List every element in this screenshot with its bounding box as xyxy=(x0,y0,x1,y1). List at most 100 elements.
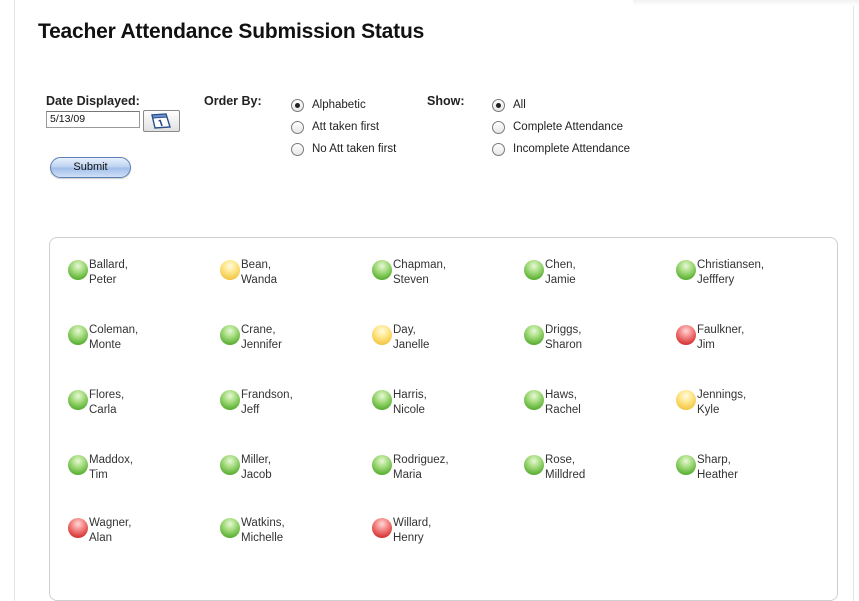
show-all-radio[interactable]: All xyxy=(492,97,526,113)
teacher-name: Jennings, Kyle xyxy=(697,388,746,418)
teacher-last-name: Willard, xyxy=(393,517,432,529)
teacher-item[interactable]: Chapman, Steven xyxy=(372,258,512,294)
teacher-last-name: Christiansen, xyxy=(697,259,765,271)
teacher-name: Day, Janelle xyxy=(393,323,429,353)
teacher-item[interactable]: Day, Janelle xyxy=(372,323,512,359)
teacher-item[interactable]: Miller, Jacob xyxy=(220,453,360,489)
show-label: Show: xyxy=(427,94,465,108)
status-green-indicator xyxy=(524,260,544,280)
teacher-first-name: Rachel xyxy=(545,404,581,416)
teacher-first-name: Tim xyxy=(89,469,108,481)
teacher-name: Harris, Nicole xyxy=(393,388,427,418)
teacher-item[interactable]: Coleman, Monte xyxy=(68,323,208,359)
teacher-last-name: Maddox, xyxy=(89,454,134,466)
status-green-indicator xyxy=(524,325,544,345)
teacher-item[interactable]: Ballard, Peter xyxy=(68,258,208,294)
radio-button[interactable] xyxy=(291,120,304,134)
status-green-indicator xyxy=(68,260,88,280)
teacher-name: Flores, Carla xyxy=(89,388,124,418)
calendar-button[interactable] xyxy=(143,110,180,132)
calendar-icon xyxy=(151,113,171,129)
teacher-item[interactable]: Flores, Carla xyxy=(68,388,208,424)
date-input[interactable] xyxy=(46,111,140,128)
teacher-item[interactable]: Chen, Jamie xyxy=(524,258,664,294)
teacher-name: Driggs, Sharon xyxy=(545,323,582,353)
teacher-last-name: Driggs, xyxy=(545,324,582,336)
page-title: Teacher Attendance Submission Status xyxy=(38,20,425,43)
teacher-name: Coleman, Monte xyxy=(89,323,138,353)
status-green-indicator xyxy=(220,518,240,538)
teacher-item[interactable]: Rose, Milldred xyxy=(524,453,664,489)
radio-button[interactable] xyxy=(492,142,505,156)
teacher-last-name: Sharp, xyxy=(697,454,731,466)
teacher-status-panel: Ballard, Peter Bean, Wanda Chapman, Steven Che… xyxy=(49,237,838,601)
teacher-last-name: Ballard, xyxy=(89,259,128,271)
teacher-first-name: Jacob xyxy=(241,469,272,481)
teacher-name: Crane, Jennifer xyxy=(241,323,282,353)
status-red-indicator xyxy=(676,325,696,345)
teacher-name: Rose, Milldred xyxy=(545,453,585,483)
teacher-item[interactable]: Sharp, Heather xyxy=(676,453,816,489)
teacher-first-name: Henry xyxy=(393,532,424,544)
radio-label: No Att taken first xyxy=(312,143,397,155)
teacher-last-name: Flores, xyxy=(89,389,125,401)
teacher-item[interactable]: Crane, Jennifer xyxy=(220,323,360,359)
window-edge-left xyxy=(14,0,15,601)
status-green-indicator xyxy=(676,260,696,280)
page: Teacher Attendance Submission Status Dat… xyxy=(0,0,859,601)
teacher-name: Chen, Jamie xyxy=(545,258,576,288)
teacher-first-name: Janelle xyxy=(393,339,430,351)
teacher-item[interactable]: Haws, Rachel xyxy=(524,388,664,424)
status-yellow-indicator xyxy=(220,260,240,280)
teacher-name: Miller, Jacob xyxy=(241,453,272,483)
radio-button[interactable] xyxy=(492,98,505,112)
order-no-att-taken-first-radio[interactable]: No Att taken first xyxy=(291,141,396,157)
teacher-item[interactable]: Rodriguez, Maria xyxy=(372,453,512,489)
teacher-first-name: Steven xyxy=(393,274,429,286)
radio-button[interactable] xyxy=(291,98,304,112)
teacher-first-name: Heather xyxy=(697,469,738,481)
teacher-item[interactable]: Watkins, Michelle xyxy=(220,516,360,552)
teacher-item[interactable]: Frandson, Jeff xyxy=(220,388,360,424)
teacher-item[interactable]: Harris, Nicole xyxy=(372,388,512,424)
order-att-taken-first-radio[interactable]: Att taken first xyxy=(291,119,379,135)
status-green-indicator xyxy=(676,455,696,475)
teacher-last-name: Jennings, xyxy=(697,389,747,401)
teacher-item[interactable]: Jennings, Kyle xyxy=(676,388,816,424)
teacher-item[interactable]: Wagner, Alan xyxy=(68,516,208,552)
show-incomplete-radio[interactable]: Incomplete Attendance xyxy=(492,141,630,157)
teacher-last-name: Chen, xyxy=(545,259,576,271)
order-alphabetic-radio[interactable]: Alphabetic xyxy=(291,97,366,113)
teacher-first-name: Jeff xyxy=(241,404,260,416)
teacher-first-name: Peter xyxy=(89,274,117,286)
status-green-indicator xyxy=(220,455,240,475)
status-green-indicator xyxy=(68,390,88,410)
teacher-first-name: Sharon xyxy=(545,339,583,351)
teacher-item[interactable]: Maddox, Tim xyxy=(68,453,208,489)
status-green-indicator xyxy=(220,390,240,410)
order-by-label: Order By: xyxy=(204,94,262,108)
status-yellow-indicator xyxy=(372,325,392,345)
teacher-item[interactable]: Christiansen, Jefffery xyxy=(676,258,816,294)
status-red-indicator xyxy=(68,518,88,538)
teacher-first-name: Monte xyxy=(89,339,121,351)
teacher-item[interactable]: Driggs, Sharon xyxy=(524,323,664,359)
teacher-item[interactable]: Faulkner, Jim xyxy=(676,323,816,359)
teacher-last-name: Rodriguez, xyxy=(393,454,449,466)
teacher-last-name: Coleman, xyxy=(89,324,139,336)
teacher-last-name: Bean, xyxy=(241,259,272,271)
teacher-last-name: Day, xyxy=(393,324,416,336)
status-red-indicator xyxy=(372,518,392,538)
teacher-item[interactable]: Willard, Henry xyxy=(372,516,512,552)
teacher-last-name: Wagner, xyxy=(89,517,132,529)
teacher-item[interactable]: Bean, Wanda xyxy=(220,258,360,294)
show-complete-radio[interactable]: Complete Attendance xyxy=(492,119,623,135)
status-green-indicator xyxy=(372,455,392,475)
teacher-last-name: Rose, xyxy=(545,454,576,466)
status-green-indicator xyxy=(372,390,392,410)
teacher-last-name: Crane, xyxy=(241,324,276,336)
radio-button[interactable] xyxy=(291,142,304,156)
submit-button[interactable]: Submit xyxy=(50,157,131,178)
radio-button[interactable] xyxy=(492,120,505,134)
teacher-first-name: Jim xyxy=(697,339,715,351)
